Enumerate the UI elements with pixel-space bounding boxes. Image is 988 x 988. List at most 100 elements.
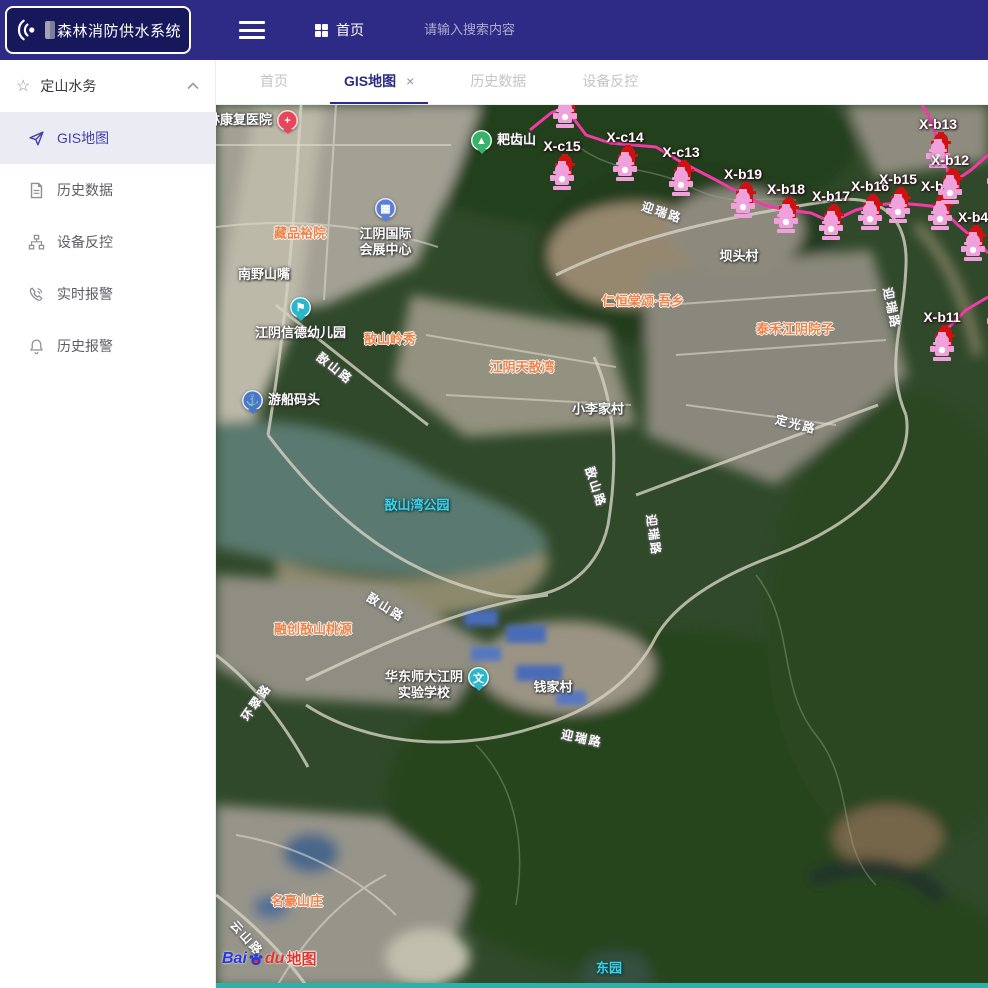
road-label: 定光路 <box>774 411 819 438</box>
poi-label: 游船码头 <box>268 392 320 408</box>
tab-home[interactable]: 首页 <box>246 60 302 104</box>
chevron-up-icon <box>187 82 199 90</box>
hamburger-menu-icon[interactable] <box>239 21 265 39</box>
hydrant-label: X-b17 <box>812 188 850 204</box>
baidu-map-label: 地图 <box>286 948 316 969</box>
hydrant-marker-X-b12[interactable]: X-b12 <box>935 168 965 208</box>
map-canvas[interactable]: 迎瑞路迎瑞路定光路敔山路敔山路迎瑞路敔山路环翠路云山路迎瑞路藏品裕院敔山岭秀江阴… <box>216 105 988 988</box>
sidebar-item-label: GIS地图 <box>57 128 109 148</box>
place-label: 敔山岭秀 <box>364 329 416 348</box>
tab-label: 设备反控 <box>582 71 638 91</box>
poi-⚑-pin: ⚑江阴信德幼儿园 <box>290 297 311 318</box>
sidebar-item-realtime-alarm[interactable]: 实时报警 <box>0 268 215 320</box>
baidu-paw-icon <box>248 951 264 967</box>
hydrant-label: X-c14 <box>606 129 643 145</box>
sidebar: ☆ 定山水务 GIS地图 历史数据 设备反控 实时报警 <box>0 60 216 988</box>
hydrant-label: X-c15 <box>543 138 580 154</box>
road-label: 迎瑞路 <box>879 286 904 331</box>
sidebar-item-label: 历史报警 <box>57 336 113 356</box>
sidebar-item-history-alarm[interactable]: 历史报警 <box>0 320 215 372</box>
hydrant-marker-X-b16[interactable]: X-b16 <box>855 194 885 234</box>
tab-label: GIS地图 <box>344 71 396 91</box>
tab-history-data[interactable]: 历史数据 <box>456 60 540 104</box>
tab-bar: 首页 GIS地图 × 历史数据 设备反控 <box>216 60 988 105</box>
sitemap-icon <box>28 234 45 251</box>
poi-pin-icon: ▦ <box>375 198 396 219</box>
poi-label: 林康复医院 <box>216 112 272 128</box>
village-label: 坝头村 <box>719 246 758 265</box>
park-label: 东园 <box>596 958 622 977</box>
baidu-map-attribution: Bai du 地图 <box>222 948 316 969</box>
map-bottom-water-strip <box>216 983 988 988</box>
sidebar-item-label: 历史数据 <box>57 180 113 200</box>
grid-icon <box>315 24 328 37</box>
hydrant-marker-X-b17[interactable]: X-b17 <box>816 204 846 244</box>
hydrant-marker-X-c13[interactable]: X-c13 <box>666 160 696 200</box>
sonar-logo-icon <box>15 17 41 43</box>
hydrant-marker-X-c14[interactable]: X-c14 <box>610 145 640 185</box>
hydrant-marker-X-b19[interactable]: X-b19 <box>728 182 758 222</box>
place-label: 泰禾江阴院子 <box>756 319 834 338</box>
sidebar-item-device-control[interactable]: 设备反控 <box>0 216 215 268</box>
sidebar-group-label: 定山水务 <box>40 76 187 96</box>
poi-⚓-pin: ⚓游船码头 <box>242 390 263 411</box>
hydrant-marker-X-b18[interactable]: X-b18 <box>771 197 801 237</box>
sidebar-item-history-data[interactable]: 历史数据 <box>0 164 215 216</box>
app-title: 森林消防供水系统 <box>57 20 181 41</box>
hydrant-marker-X-[interactable]: X- <box>984 297 988 337</box>
sidebar-item-label: 设备反控 <box>57 232 113 252</box>
poi-label: 耙齿山 <box>497 132 536 148</box>
hydrant-label: X-c13 <box>662 144 699 160</box>
place-label: 融创敔山桃源 <box>274 619 352 638</box>
logo-redacted-block <box>45 21 55 39</box>
sidebar-item-label: 实时报警 <box>57 284 113 304</box>
poi-label: 华东师大江阴实验学校 <box>385 669 463 701</box>
hydrant-marker-X-b4[interactable]: X-b4 <box>958 225 988 265</box>
hydrant-label: X-b13 <box>919 116 957 132</box>
hydrant-label: X-b4 <box>958 209 988 225</box>
village-label: 钱家村 <box>533 677 572 696</box>
place-label: 江阴天敔湾 <box>489 357 554 376</box>
bell-icon <box>28 338 45 355</box>
sidebar-item-gis-map[interactable]: GIS地图 <box>0 112 215 164</box>
tab-gis-map[interactable]: GIS地图 × <box>330 60 428 104</box>
nav-home-label: 首页 <box>336 20 364 40</box>
road-label: 敔山路 <box>364 589 409 626</box>
village-label: 小李家村 <box>572 399 624 418</box>
road-label: 敔山路 <box>313 348 357 387</box>
hydrant-marker-x[interactable]: x <box>984 157 988 197</box>
hydrant-marker-X-c15[interactable]: X-c15 <box>547 154 577 194</box>
map-overlays: 迎瑞路迎瑞路定光路敔山路敔山路迎瑞路敔山路环翠路云山路迎瑞路藏品裕院敔山岭秀江阴… <box>216 105 988 988</box>
header-search <box>424 21 644 39</box>
hydrant-label: X-b18 <box>767 181 805 197</box>
star-icon: ☆ <box>16 76 30 96</box>
document-icon <box>28 182 45 199</box>
park-label: 敔山湾公园 <box>384 495 449 514</box>
road-label: 环翠路 <box>237 680 275 724</box>
nav-home[interactable]: 首页 <box>315 20 364 40</box>
hydrant-label: X-b11 <box>923 309 960 325</box>
hydrant-marker[interactable] <box>550 105 580 132</box>
place-label: 藏品裕院 <box>274 223 326 242</box>
poi-label: 江阴信德幼儿园 <box>255 325 346 341</box>
hydrant-label: X-b12 <box>931 152 969 168</box>
baidu-logo-text: Bai <box>222 950 247 968</box>
poi-pin-tail <box>474 686 484 696</box>
baidu-logo-text: du <box>265 950 285 968</box>
hydrant-label: X-b15 <box>879 171 917 187</box>
tab-close-icon[interactable]: × <box>406 73 414 89</box>
hydrant-label: X-b19 <box>724 166 762 182</box>
tab-label: 历史数据 <box>470 71 526 91</box>
poi-pin-icon: 文 <box>468 667 489 688</box>
search-input[interactable] <box>424 22 644 37</box>
poi-pin-icon: ⚑ <box>290 297 311 318</box>
hydrant-marker-X-b11[interactable]: X-b11 <box>927 325 957 365</box>
tab-label: 首页 <box>260 71 288 91</box>
poi-pin-icon: ▲ <box>471 130 492 151</box>
sidebar-group-dingshan[interactable]: ☆ 定山水务 <box>0 60 215 112</box>
poi-label: 江阴国际会展中心 <box>359 226 411 258</box>
poi-文-pin: 文华东师大江阴实验学校 <box>468 667 489 688</box>
tab-device-control[interactable]: 设备反控 <box>568 60 652 104</box>
hydrant-marker-X-b15[interactable]: X-b15 <box>883 187 913 227</box>
road-label: 迎瑞路 <box>643 513 666 557</box>
